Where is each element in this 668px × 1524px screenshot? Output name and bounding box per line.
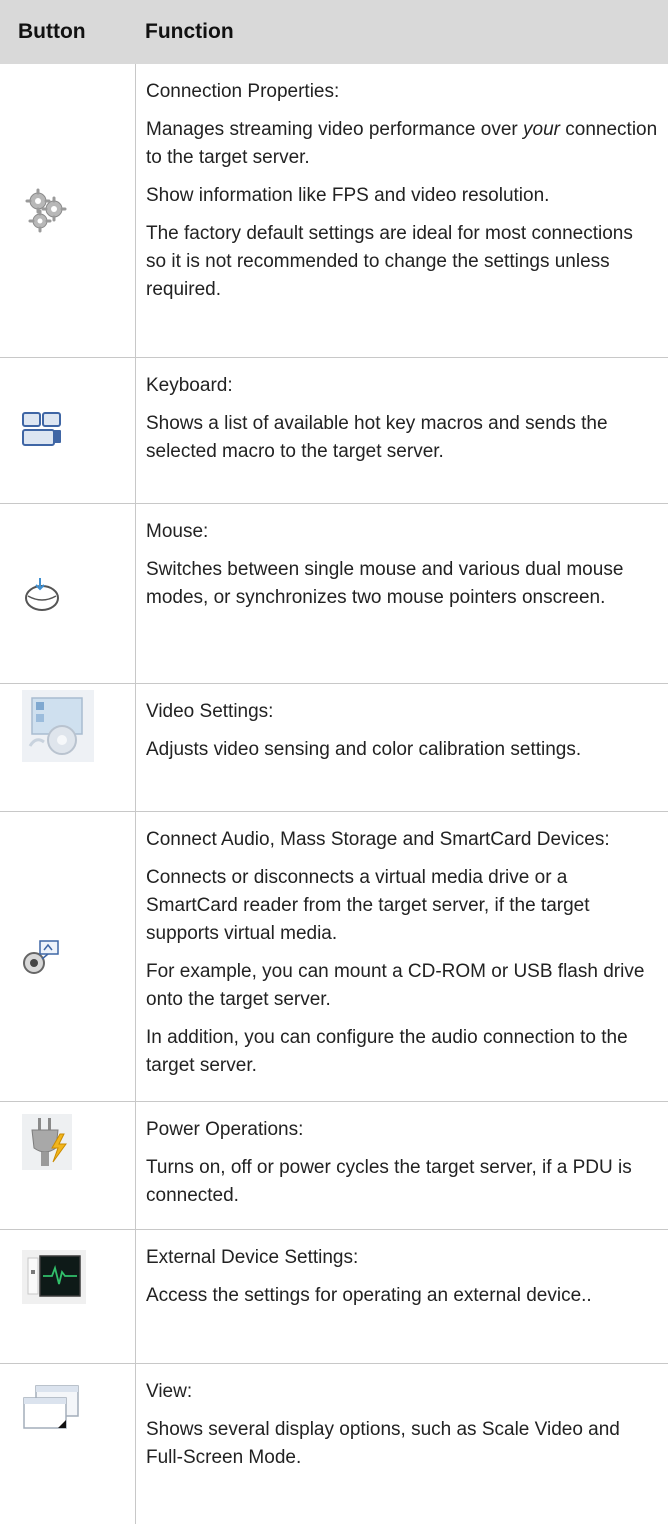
header-button: Button [18,20,86,43]
table-row: View: Shows several display options, suc… [0,1364,668,1524]
function-cell: Power Operations: Turns on, off or power… [136,1102,668,1229]
row-title: Power Operations: [146,1119,304,1140]
power-plug-icon [22,1114,72,1170]
row-description: Connects or disconnects a virtual media … [146,867,590,944]
icon-cell [0,684,136,811]
function-cell: External Device Settings: Access the set… [136,1230,668,1363]
icon-cell [0,1230,136,1363]
icon-cell [0,358,136,503]
row-description: Switches between single mouse and variou… [146,559,624,608]
gears-icon [22,187,70,235]
icon-cell [0,1364,136,1524]
view-windows-icon [22,1384,82,1436]
mouse-icon [22,574,62,614]
row-description: Show information like FPS and video reso… [146,185,550,206]
row-title: View: [146,1381,193,1402]
function-cell: Keyboard: Shows a list of available hot … [136,358,668,503]
row-title: Mouse: [146,521,209,542]
icon-cell [0,504,136,683]
external-device-icon [22,1250,86,1304]
icon-cell [0,64,136,357]
table-row: Keyboard: Shows a list of available hot … [0,358,668,504]
virtual-media-icon [22,937,62,977]
row-description: Shows a list of available hot key macros… [146,413,608,462]
button-function-table: Button Function Connection Properties: M… [0,0,668,1524]
function-cell: Connection Properties: Manages streaming… [136,64,668,357]
table-row: Connect Audio, Mass Storage and SmartCar… [0,812,668,1102]
row-description: Manages streaming video performance over… [146,119,658,168]
row-description: Shows several display options, such as S… [146,1419,620,1468]
video-settings-icon [22,690,94,762]
row-description: Turns on, off or power cycles the target… [146,1157,632,1206]
row-title: External Device Settings: [146,1247,359,1268]
table-row: Connection Properties: Manages streaming… [0,64,668,358]
row-title: Connect Audio, Mass Storage and SmartCar… [146,829,610,850]
header-function: Function [145,20,234,43]
row-title: Video Settings: [146,701,274,722]
table-row: External Device Settings: Access the set… [0,1230,668,1364]
function-cell: View: Shows several display options, suc… [136,1364,668,1524]
row-description: The factory default settings are ideal f… [146,223,633,300]
icon-cell [0,1102,136,1229]
icon-cell [0,812,136,1101]
table-header: Button Function [0,0,668,64]
function-cell: Video Settings: Adjusts video sensing an… [136,684,668,811]
row-description: Access the settings for operating an ext… [146,1285,592,1306]
row-description: In addition, you can configure the audio… [146,1027,628,1076]
row-description: Adjusts video sensing and color calibrat… [146,739,582,760]
keyboard-icon [22,411,62,450]
row-title: Connection Properties: [146,81,340,102]
table-row: Video Settings: Adjusts video sensing an… [0,684,668,812]
function-cell: Connect Audio, Mass Storage and SmartCar… [136,812,668,1101]
table-row: Mouse: Switches between single mouse and… [0,504,668,684]
row-description: For example, you can mount a CD-ROM or U… [146,961,645,1010]
function-cell: Mouse: Switches between single mouse and… [136,504,668,683]
row-title: Keyboard: [146,375,233,396]
table-row: Power Operations: Turns on, off or power… [0,1102,668,1230]
